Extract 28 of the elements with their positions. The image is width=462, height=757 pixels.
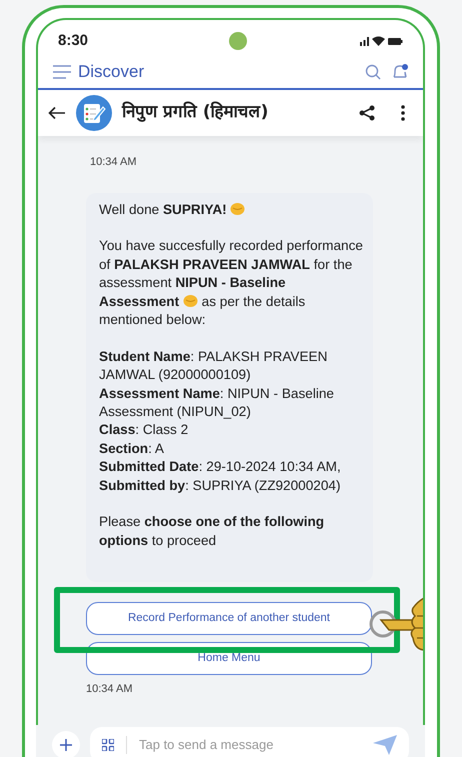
emoji-icon: [182, 294, 198, 308]
menu-icon[interactable]: [52, 65, 72, 79]
message-time: 10:34 AM: [86, 682, 132, 698]
message-text: You have succesfully recorded performance of PALAKSH PRAVEEN JAMWAL for the assessment NIPUN - Baseline Assessment as per the details mentioned below:: [99, 237, 363, 329]
detail-line: Section: A: [99, 440, 165, 458]
option-button[interactable]: Record Performance of another student: [86, 602, 372, 636]
detail-line: Assessment Name: NIPUN - Baseline Assessment (NIPUN_02): [99, 384, 335, 421]
more-options-icon[interactable]: [401, 105, 405, 121]
status-icons: [359, 35, 403, 47]
detail-line: Student Name: PALAKSH PRAVEEN JAMWAL (92000000109): [99, 348, 328, 384]
add-button[interactable]: [52, 731, 80, 757]
message-input-field[interactable]: Tap to send a message: [90, 727, 409, 757]
app-logo-icon: [76, 95, 112, 131]
status-time: 8:30: [58, 30, 88, 51]
detail-line: Submitted Date: 29-10-2024 10:34 AM,: [99, 458, 342, 476]
message-text: Please choose one of the following options to proceed: [99, 513, 326, 550]
app-title: Discover: [78, 61, 144, 84]
detail-line: Submitted by: SUPRIYA (ZZ92000204): [99, 476, 342, 495]
message-text: Well done SUPRIYA!: [99, 200, 363, 219]
share-icon[interactable]: [359, 105, 375, 121]
detail-line: Class: Class 2: [99, 421, 190, 440]
chat-title: निपुण प्रगति (हिमाचल): [122, 100, 268, 124]
search-icon[interactable]: [365, 64, 381, 80]
back-arrow-icon[interactable]: [48, 106, 66, 120]
plus-icon: [60, 739, 72, 751]
message-time: 10:34 AM: [90, 155, 136, 170]
emoji-icon: [230, 202, 246, 216]
grid-icon[interactable]: [102, 739, 114, 751]
